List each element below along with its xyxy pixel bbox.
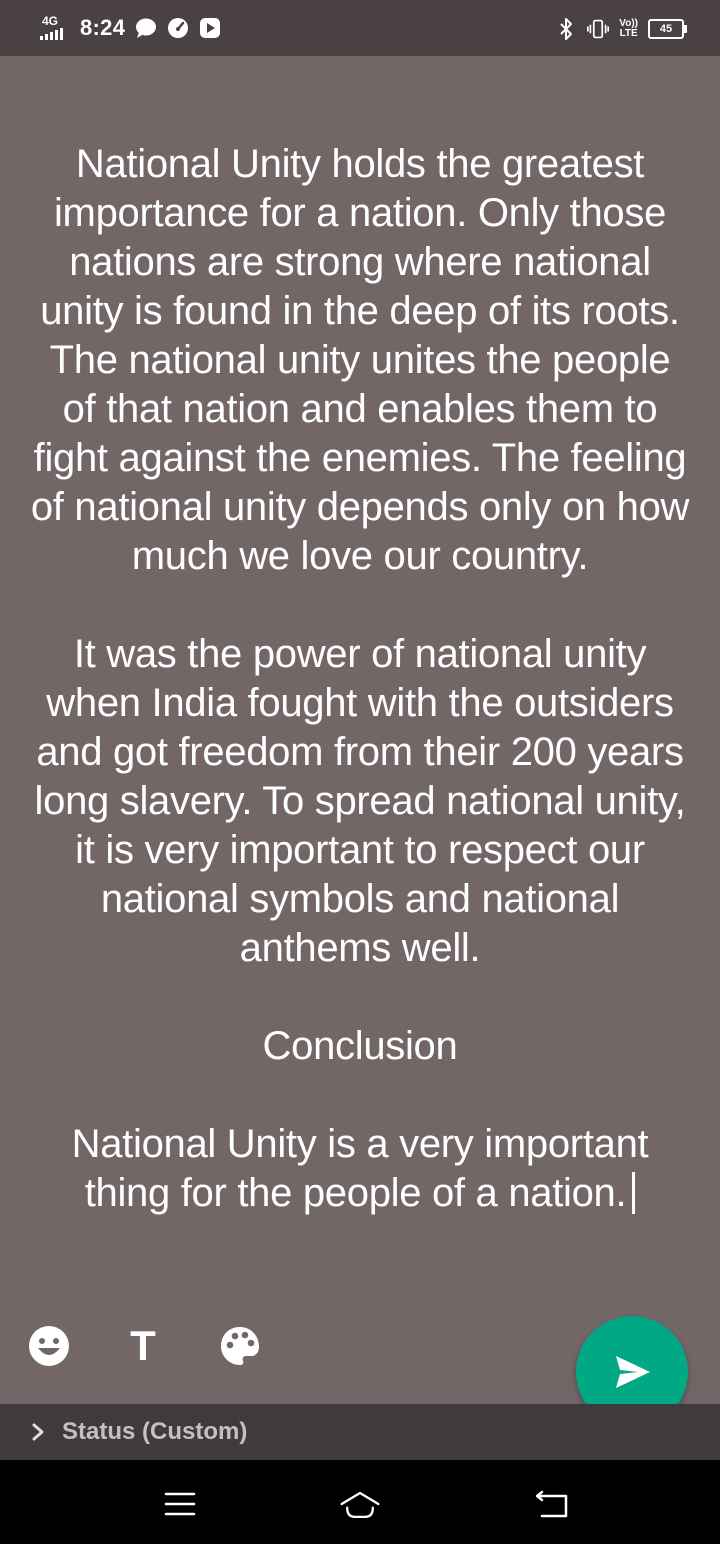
palette-icon xyxy=(221,1327,259,1365)
status-bar-right: Vo)) LTE 45 xyxy=(555,14,687,44)
home-icon xyxy=(340,1491,380,1518)
vibrate-icon xyxy=(587,18,610,40)
play-store-icon xyxy=(199,17,221,39)
speedometer-icon xyxy=(167,17,189,39)
status-bar-left: 4G 8:24 xyxy=(40,12,221,44)
volte-bottom: LTE xyxy=(619,28,638,39)
home-button[interactable] xyxy=(338,1482,382,1526)
battery-level: 45 xyxy=(659,23,673,35)
status-audience-bar[interactable]: Status (Custom) xyxy=(0,1404,720,1460)
battery-icon: 45 xyxy=(648,19,687,39)
recents-button[interactable] xyxy=(158,1482,202,1526)
emoji-button[interactable] xyxy=(27,1324,71,1368)
text-style-label: T xyxy=(130,1322,156,1369)
text-cursor xyxy=(632,1172,636,1214)
chevron-right-icon xyxy=(30,1423,48,1441)
system-nav-bar xyxy=(0,1460,720,1544)
send-icon xyxy=(616,1356,650,1388)
status-composer-screen: 4G 8:24 Vo)) LTE 45 National Unity holds… xyxy=(0,0,720,1544)
bluetooth-icon xyxy=(555,18,577,40)
status-text-editor[interactable]: National Unity holds the greatest import… xyxy=(30,140,690,1218)
status-audience-label: Status (Custom) xyxy=(62,1418,248,1445)
volte-indicator: Vo)) LTE xyxy=(619,19,638,39)
system-status-bar: 4G 8:24 Vo)) LTE 45 xyxy=(0,0,720,56)
back-button[interactable] xyxy=(530,1482,574,1526)
network-type: 4G xyxy=(42,14,59,28)
back-icon xyxy=(535,1490,568,1518)
emoji-icon xyxy=(29,1326,69,1366)
clock: 8:24 xyxy=(80,15,126,40)
text-style-button[interactable]: T xyxy=(121,1324,165,1368)
recents-icon xyxy=(164,1492,196,1516)
signal-bars-icon xyxy=(40,28,63,40)
signal-indicator: 4G xyxy=(40,14,70,42)
status-text-content: National Unity holds the greatest import… xyxy=(30,142,690,1215)
color-palette-button[interactable] xyxy=(218,1324,262,1368)
chat-bubble-icon xyxy=(135,17,157,39)
